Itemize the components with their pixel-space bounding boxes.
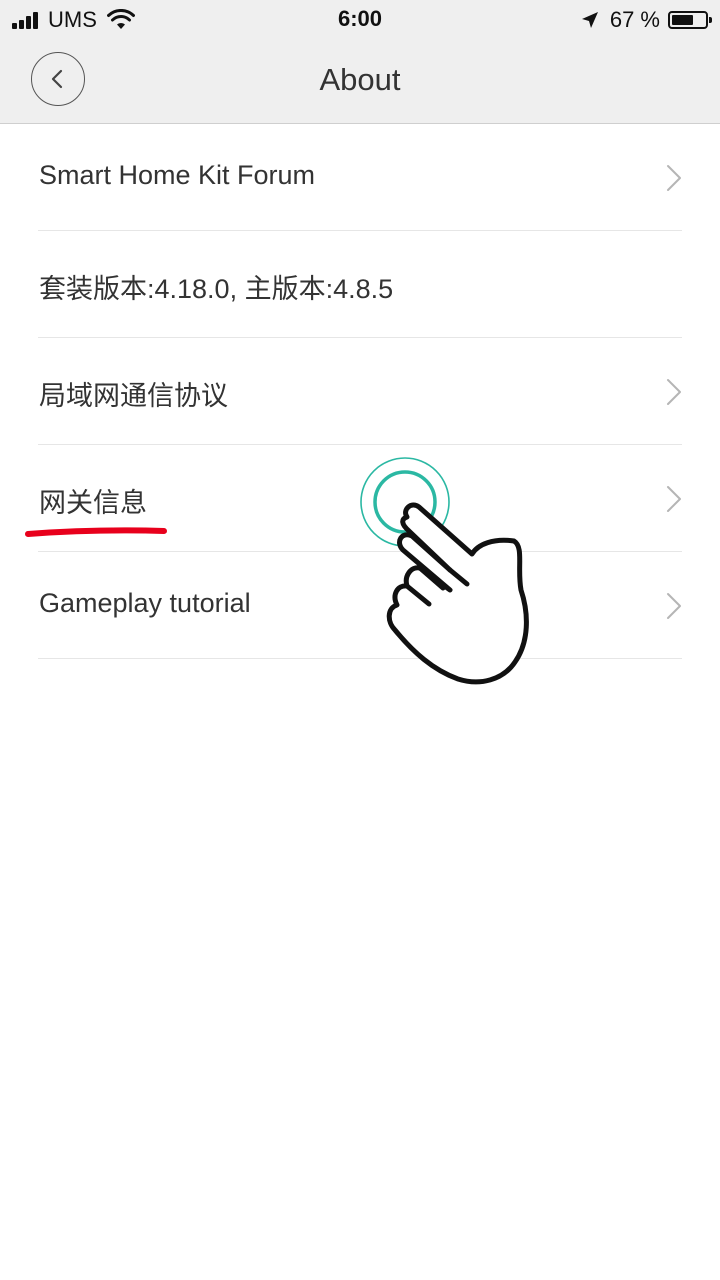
list-item-forum[interactable]: Smart Home Kit Forum xyxy=(38,124,682,231)
list-item-label: Gameplay tutorial xyxy=(39,588,251,618)
list-item-label: 网关信息 xyxy=(39,488,147,518)
list-item-label: 局域网通信协议 xyxy=(39,381,228,411)
list-item-lan-protocol[interactable]: 局域网通信协议 xyxy=(38,338,682,445)
chevron-right-icon xyxy=(667,593,681,619)
battery-icon xyxy=(668,11,712,29)
list-item-label: Smart Home Kit Forum xyxy=(39,160,316,190)
list-item-label: 套装版本:4.18.0, 主版本:4.8.5 xyxy=(39,274,394,304)
highlight-underline xyxy=(25,527,167,537)
battery-nub xyxy=(709,17,712,23)
status-bar: UMS 6:00 67 % xyxy=(0,0,720,40)
chevron-right-icon xyxy=(667,379,681,405)
navigation-bar: About xyxy=(0,40,720,124)
battery-percent: 67 % xyxy=(609,7,660,32)
tap-hand-icon xyxy=(360,457,529,685)
location-arrow-icon xyxy=(581,12,598,28)
chevron-right-icon xyxy=(667,165,681,191)
battery-fill xyxy=(672,15,693,25)
about-screen: UMS 6:00 67 % About Smart Home Kit Forum… xyxy=(0,0,720,1280)
page-title: About xyxy=(319,62,401,97)
status-right: 67 % xyxy=(580,6,712,34)
list-item-version: 套装版本:4.18.0, 主版本:4.8.5 xyxy=(38,231,682,338)
chevron-right-icon xyxy=(667,486,681,512)
